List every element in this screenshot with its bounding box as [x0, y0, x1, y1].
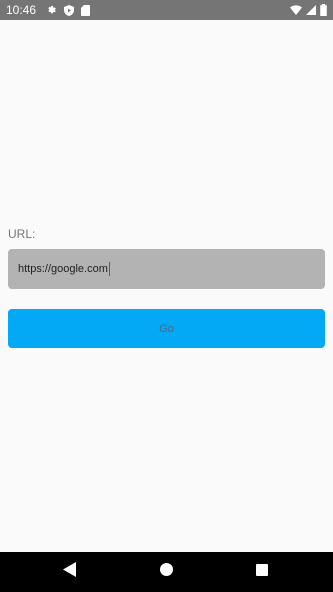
wifi-icon [290, 5, 302, 15]
back-icon [62, 562, 76, 582]
status-bar: 10:46 [0, 0, 333, 20]
url-label: URL: [8, 227, 36, 241]
play-protect-icon [64, 4, 75, 16]
url-input[interactable]: https://google.com [8, 249, 325, 289]
navigation-bar [0, 552, 333, 592]
status-icons-right [290, 4, 327, 16]
sd-card-icon [81, 4, 91, 16]
home-icon [159, 563, 173, 581]
settings-icon [46, 5, 57, 16]
recents-icon [256, 563, 268, 581]
go-button-label: Go [159, 322, 174, 335]
url-input-value: https://google.com [18, 263, 108, 275]
go-button[interactable]: Go [8, 309, 325, 348]
status-icons-left [46, 4, 91, 16]
home-button[interactable] [157, 563, 175, 581]
battery-icon [320, 4, 327, 16]
cellular-signal-icon [306, 5, 316, 15]
app-screen: 10:46 URL: https://google.com Go [0, 0, 333, 592]
back-button[interactable] [60, 562, 78, 582]
recents-button[interactable] [253, 563, 271, 581]
text-cursor [108, 262, 111, 276]
status-time: 10:46 [6, 3, 37, 17]
